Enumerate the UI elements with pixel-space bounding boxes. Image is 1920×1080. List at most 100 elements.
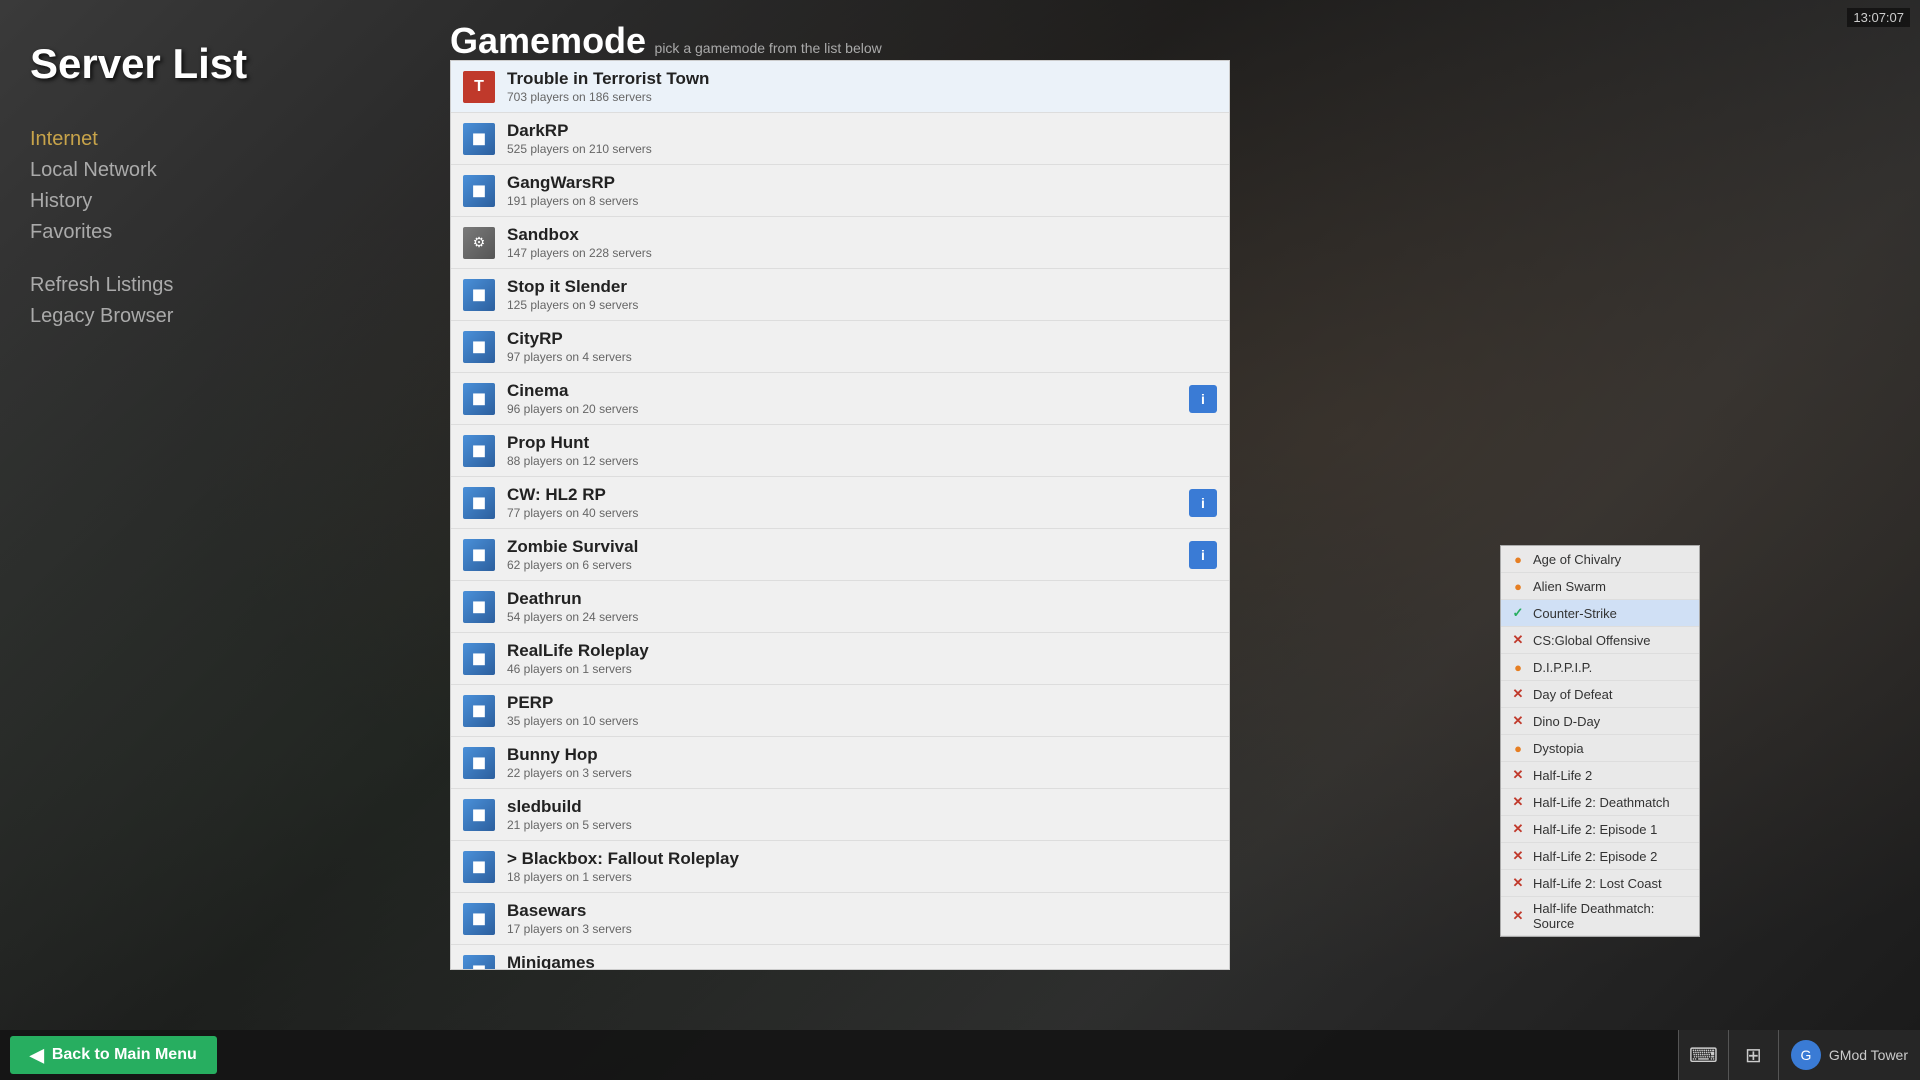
item-text: PERP 35 players on 10 servers <box>507 693 1217 728</box>
gamemode-list-item[interactable]: ◼ sledbuild 21 players on 5 servers <box>451 789 1229 841</box>
item-name: Basewars <box>507 901 1217 921</box>
gamemode-list-item[interactable]: ◼ CityRP 97 players on 4 servers <box>451 321 1229 373</box>
gamemode-list[interactable]: T Trouble in Terrorist Town 703 players … <box>450 60 1230 970</box>
gmod-tower-avatar: G <box>1791 1040 1821 1070</box>
nav-item-history[interactable]: History <box>30 190 410 213</box>
gamemode-list-item[interactable]: ◼ Deathrun 54 players on 24 servers <box>451 581 1229 633</box>
item-text: Sandbox 147 players on 228 servers <box>507 225 1217 260</box>
gamemode-subtitle: pick a gamemode from the list below <box>655 40 882 56</box>
nav-item-internet[interactable]: Internet <box>30 128 410 151</box>
gamemode-list-item[interactable]: ◼ Minigames 15 players on 2 servers <box>451 945 1229 970</box>
dropdown-item[interactable]: ● Age of Chivalry <box>1501 546 1699 573</box>
info-button[interactable]: i <box>1189 489 1217 517</box>
sidebar: Server List Internet Local Network Histo… <box>0 0 440 1080</box>
dropdown-label: Half-Life 2: Episode 1 <box>1533 822 1657 837</box>
dropdown-label: Dino D-Day <box>1533 714 1600 729</box>
item-text: Trouble in Terrorist Town 703 players on… <box>507 69 1217 104</box>
keyboard-icon-button[interactable]: ⌨ <box>1678 1030 1728 1080</box>
item-text: sledbuild 21 players on 5 servers <box>507 797 1217 832</box>
dropdown-label: Alien Swarm <box>1533 579 1606 594</box>
gamemode-list-item[interactable]: ◼ PERP 35 players on 10 servers <box>451 685 1229 737</box>
item-sub: 125 players on 9 servers <box>507 298 1217 312</box>
info-button[interactable]: i <box>1189 385 1217 413</box>
dropdown-icon: ● <box>1509 739 1527 757</box>
item-text: Zombie Survival 62 players on 6 servers <box>507 537 1189 572</box>
item-name: Prop Hunt <box>507 433 1217 453</box>
gamemode-list-item[interactable]: ◼ RealLife Roleplay 46 players on 1 serv… <box>451 633 1229 685</box>
back-to-main-menu-button[interactable]: ◀ Back to Main Menu <box>10 1036 217 1074</box>
nav-item-favorites[interactable]: Favorites <box>30 221 410 244</box>
refresh-listings-button[interactable]: Refresh Listings <box>30 274 410 297</box>
dropdown-icon: ✕ <box>1509 712 1527 730</box>
gamemode-list-item[interactable]: ◼ GangWarsRP 191 players on 8 servers <box>451 165 1229 217</box>
gamemode-header: Gamemode pick a gamemode from the list b… <box>450 20 882 62</box>
dropdown-icon: ✕ <box>1509 793 1527 811</box>
cube-icon: ◼ <box>463 851 495 883</box>
gamemode-title: Gamemode <box>450 20 646 61</box>
gamemode-list-item[interactable]: ◼ CW: HL2 RP 77 players on 40 servers i <box>451 477 1229 529</box>
dropdown-item[interactable]: ● Alien Swarm <box>1501 573 1699 600</box>
cube-icon: ◼ <box>463 643 495 675</box>
dropdown-icon: ● <box>1509 658 1527 676</box>
nav-group: Internet Local Network History Favorites <box>30 128 410 244</box>
gamemode-list-item[interactable]: ◼ Prop Hunt 88 players on 12 servers <box>451 425 1229 477</box>
item-name: DarkRP <box>507 121 1217 141</box>
item-name: > Blackbox: Fallout Roleplay <box>507 849 1217 869</box>
dropdown-label: Half-Life 2 <box>1533 768 1592 783</box>
item-sub: 54 players on 24 servers <box>507 610 1217 624</box>
dropdown-item[interactable]: ✕ CS:Global Offensive <box>1501 627 1699 654</box>
gamemode-list-item[interactable]: ◼ > Blackbox: Fallout Roleplay 18 player… <box>451 841 1229 893</box>
item-sub: 77 players on 40 servers <box>507 506 1189 520</box>
item-text: Deathrun 54 players on 24 servers <box>507 589 1217 624</box>
back-arrow-icon: ◀ <box>30 1045 44 1066</box>
dropdown-item[interactable]: ✕ Day of Defeat <box>1501 681 1699 708</box>
gamemode-list-item[interactable]: ◼ Basewars 17 players on 3 servers <box>451 893 1229 945</box>
item-sub: 46 players on 1 servers <box>507 662 1217 676</box>
item-name: RealLife Roleplay <box>507 641 1217 661</box>
legacy-browser-button[interactable]: Legacy Browser <box>30 305 410 328</box>
grid-icon-button[interactable]: ⊞ <box>1728 1030 1778 1080</box>
item-sub: 18 players on 1 servers <box>507 870 1217 884</box>
dropdown-item[interactable]: ✕ Half-Life 2: Deathmatch <box>1501 789 1699 816</box>
item-text: Minigames 15 players on 2 servers <box>507 953 1217 970</box>
cube-icon: ◼ <box>463 695 495 727</box>
dropdown-item[interactable]: ● D.I.P.P.I.P. <box>1501 654 1699 681</box>
gamemode-list-item[interactable]: T Trouble in Terrorist Town 703 players … <box>451 61 1229 113</box>
dropdown-panel: ● Age of Chivalry ● Alien Swarm ✓ Counte… <box>1500 545 1700 937</box>
dropdown-label: Counter-Strike <box>1533 606 1617 621</box>
dropdown-item[interactable]: ✕ Half-life Deathmatch: Source <box>1501 897 1699 936</box>
dropdown-item[interactable]: ● Dystopia <box>1501 735 1699 762</box>
dropdown-label: Half-life Deathmatch: Source <box>1533 901 1691 931</box>
gmod-tower-label: GMod Tower <box>1829 1047 1908 1063</box>
gamemode-list-item[interactable]: ◼ Cinema 96 players on 20 servers i <box>451 373 1229 425</box>
item-name: GangWarsRP <box>507 173 1217 193</box>
cube-icon: ◼ <box>463 799 495 831</box>
dropdown-item[interactable]: ✓ Counter-Strike <box>1501 600 1699 627</box>
item-sub: 147 players on 228 servers <box>507 246 1217 260</box>
dropdown-item[interactable]: ✕ Dino D-Day <box>1501 708 1699 735</box>
gamemode-list-item[interactable]: ◼ DarkRP 525 players on 210 servers <box>451 113 1229 165</box>
dropdown-item[interactable]: ✕ Half-Life 2: Lost Coast <box>1501 870 1699 897</box>
dropdown-label: Half-Life 2: Deathmatch <box>1533 795 1670 810</box>
gamemode-list-item[interactable]: ◼ Stop it Slender 125 players on 9 serve… <box>451 269 1229 321</box>
dropdown-icon: ✓ <box>1509 604 1527 622</box>
gamemode-list-item[interactable]: ◼ Bunny Hop 22 players on 3 servers <box>451 737 1229 789</box>
dropdown-icon: ● <box>1509 550 1527 568</box>
cube-icon: ◼ <box>463 279 495 311</box>
gamemode-list-item[interactable]: ⚙ Sandbox 147 players on 228 servers <box>451 217 1229 269</box>
item-text: > Blackbox: Fallout Roleplay 18 players … <box>507 849 1217 884</box>
info-button[interactable]: i <box>1189 541 1217 569</box>
item-sub: 21 players on 5 servers <box>507 818 1217 832</box>
item-sub: 97 players on 4 servers <box>507 350 1217 364</box>
dropdown-item[interactable]: ✕ Half-Life 2: Episode 2 <box>1501 843 1699 870</box>
item-name: Zombie Survival <box>507 537 1189 557</box>
gmod-tower-button[interactable]: G GMod Tower <box>1778 1030 1920 1080</box>
gamemode-list-item[interactable]: ◼ Zombie Survival 62 players on 6 server… <box>451 529 1229 581</box>
dropdown-item[interactable]: ✕ Half-Life 2: Episode 1 <box>1501 816 1699 843</box>
dropdown-item[interactable]: ✕ Half-Life 2 <box>1501 762 1699 789</box>
cube-icon: ◼ <box>463 747 495 779</box>
dropdown-label: Day of Defeat <box>1533 687 1613 702</box>
item-text: CityRP 97 players on 4 servers <box>507 329 1217 364</box>
item-sub: 703 players on 186 servers <box>507 90 1217 104</box>
nav-item-local-network[interactable]: Local Network <box>30 159 410 182</box>
